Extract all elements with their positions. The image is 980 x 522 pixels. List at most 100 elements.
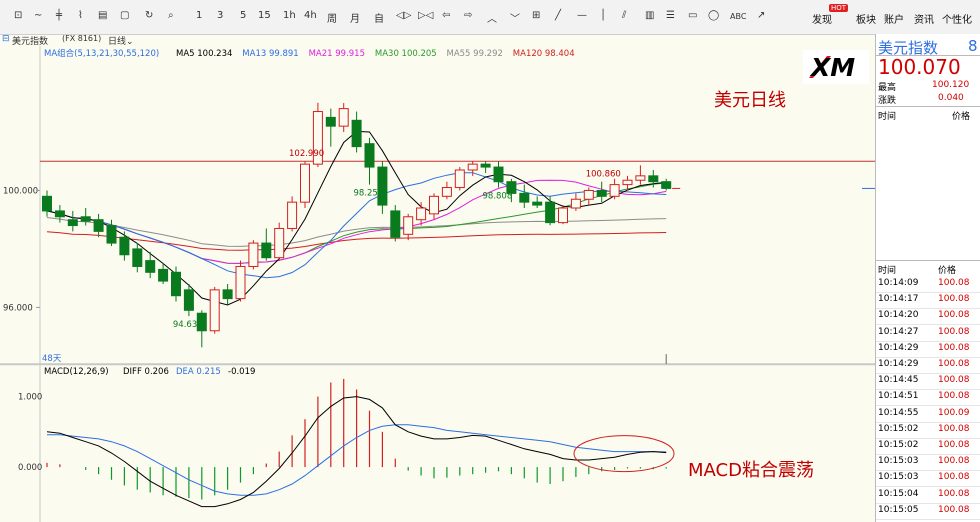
y-tick-label: 96.000 xyxy=(3,303,33,313)
candle-body xyxy=(583,189,594,200)
arrow-tool-icon[interactable]: ↗ xyxy=(757,10,765,21)
layout-icon[interactable]: ▤ xyxy=(98,10,107,21)
discover-button[interactable]: 发现 xyxy=(812,11,832,26)
text-tool-button[interactable]: ABC xyxy=(730,12,746,21)
candle-icon[interactable]: ╪ xyxy=(56,10,62,21)
shrink-icon[interactable]: ◁▷ xyxy=(396,10,411,21)
period-15m-button[interactable]: 15 xyxy=(258,10,271,21)
macd-legend-dea: DEA 0.215 xyxy=(176,367,221,377)
tick-time: 10:14:29 xyxy=(878,359,919,369)
candle-body xyxy=(54,210,65,218)
candle-body xyxy=(480,163,491,168)
window-icon[interactable]: ▢ xyxy=(120,10,129,21)
high-value: 100.120 xyxy=(932,80,970,90)
candle-body xyxy=(661,181,672,189)
tick-time: 10:14:51 xyxy=(878,391,919,402)
high-label: 最高 xyxy=(878,83,897,93)
period-1h-button[interactable]: 1h xyxy=(283,10,296,21)
tick-price: 100.08 xyxy=(938,294,970,305)
tick-row: 10:15:02 100.08 xyxy=(876,438,980,455)
period-month-button[interactable]: 月 xyxy=(350,10,360,25)
quote-code: 8 xyxy=(968,37,978,55)
ellipse-icon[interactable]: ◯ xyxy=(708,10,719,21)
arrow-left-icon[interactable]: ⇦ xyxy=(442,10,450,21)
tick-time: 10:15:03 xyxy=(878,456,919,467)
candle-body xyxy=(558,207,568,224)
board-button[interactable]: 板块 xyxy=(856,11,876,26)
period-week-button[interactable]: 周 xyxy=(327,10,337,25)
draw-line-icon[interactable]: ╱ xyxy=(555,10,561,21)
arrow-up-icon[interactable]: ︿ xyxy=(487,10,497,25)
line-chart-icon[interactable]: ∼ xyxy=(34,10,42,21)
ma-legend-group: MA组合(5,13,21,30,55,120) xyxy=(44,48,159,59)
candle-body xyxy=(429,195,439,215)
tick-row: 10:14:29 100.08 xyxy=(876,341,980,358)
vline-icon[interactable]: │ xyxy=(600,10,606,21)
indicator-icon[interactable]: ⌇ xyxy=(78,10,83,21)
tick-time: 10:15:02 xyxy=(878,423,919,434)
grid-icon[interactable]: ⊞ xyxy=(532,10,540,21)
news-button[interactable]: 资讯 xyxy=(914,11,934,26)
candle-body xyxy=(519,192,530,203)
personal-button[interactable]: 个性化 xyxy=(942,11,972,26)
ma-legend-item: MA5 100.234 xyxy=(176,49,232,59)
tick-row: 10:14:09 100.08 xyxy=(876,276,980,293)
candle-body xyxy=(300,163,310,203)
tick-price: 100.08 xyxy=(938,488,970,499)
period-3m-button[interactable]: 3 xyxy=(217,10,223,21)
period-4h-button[interactable]: 4h xyxy=(304,10,317,21)
period-1m-button[interactable]: 1 xyxy=(196,10,202,21)
tick-price: 100.08 xyxy=(938,326,970,337)
collapse-icon[interactable]: ⊟ xyxy=(2,34,10,44)
y-tick-label: 100.000 xyxy=(3,186,38,196)
tick-time: 10:14:09 xyxy=(878,278,919,288)
tick-row: 10:15:03 100.08 xyxy=(876,454,980,472)
period-custom-button[interactable]: 自 xyxy=(374,10,384,25)
fib-icon[interactable]: ☰ xyxy=(666,10,675,21)
ma-legend-item: MA120 98.404 xyxy=(513,49,575,59)
tick-price: 100.08 xyxy=(938,504,970,515)
macd-legend-label: MACD(12,26,9) xyxy=(44,367,109,377)
tick-time: 10:15:05 xyxy=(878,504,919,515)
tick-price: 100.08 xyxy=(938,359,970,369)
candle-body xyxy=(235,265,246,300)
candle-body xyxy=(609,184,620,197)
xm-logo: XM xyxy=(803,50,869,84)
chart-area[interactable]: MA组合(5,13,21,30,55,120) MA5 100.234 MA13 9… xyxy=(0,46,875,522)
candle-body xyxy=(248,242,259,267)
crosshair-icon[interactable]: ⊡ xyxy=(14,10,22,21)
expand-icon[interactable]: ▷◁ xyxy=(418,10,433,21)
tick-price: 100.08 xyxy=(938,456,970,467)
candle-body xyxy=(132,248,143,267)
tick-price: 100.08 xyxy=(938,375,970,386)
zoom-icon[interactable]: ⌕ xyxy=(168,10,174,21)
last-price: 100.070 xyxy=(878,55,961,79)
time-header: 时间 xyxy=(878,112,897,122)
arrow-down-icon[interactable]: ﹀ xyxy=(510,10,520,25)
price-header: 价格 xyxy=(952,112,971,122)
candle-body xyxy=(622,179,633,186)
channel-icon[interactable]: ▥ xyxy=(645,10,654,21)
change-value: 0.040 xyxy=(938,93,964,103)
refresh-icon[interactable]: ↻ xyxy=(145,10,153,21)
hline-icon[interactable]: — xyxy=(577,10,587,21)
rect-icon[interactable]: ▭ xyxy=(688,10,697,21)
period-5m-button[interactable]: 5 xyxy=(240,10,246,21)
arrow-right-icon[interactable]: ⇨ xyxy=(464,10,472,21)
candle-body xyxy=(338,108,349,127)
candle-body xyxy=(183,289,194,311)
macd-legend-diff: DIFF 0.206 xyxy=(123,367,169,377)
tick-row: 10:14:29 100.08 xyxy=(876,357,980,374)
tick-row: 10:14:27 100.08 xyxy=(876,325,980,342)
account-button[interactable]: 账户 xyxy=(884,11,904,26)
candle-body xyxy=(416,207,427,221)
candle-body xyxy=(570,198,581,209)
candle-body xyxy=(261,242,272,259)
candle-body xyxy=(80,216,91,222)
candle-body xyxy=(106,225,117,244)
candle-body xyxy=(635,175,646,181)
quote-panel: 美元指数 8 100.070 最高 100.120 涨跌 0.040 时间 价格… xyxy=(875,34,980,522)
parallel-icon[interactable]: ⫽ xyxy=(622,10,626,21)
toolbar: ⊡ ∼ ╪ ⌇ ▤ ▢ ↻ ⌕ 1 3 5 15 1h 4h 周 月 自 ◁▷ … xyxy=(0,0,980,35)
candle-body xyxy=(158,268,169,282)
